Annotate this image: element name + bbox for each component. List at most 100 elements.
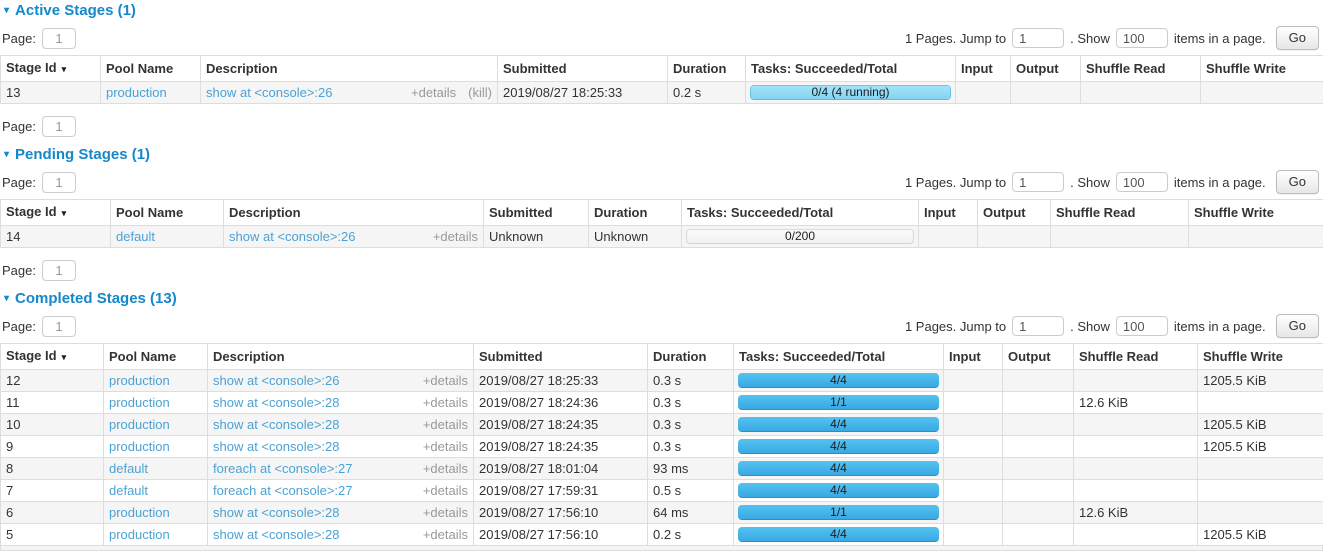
description-link[interactable]: show at <console>:28 xyxy=(213,527,411,542)
completed-stages-section: ▾ Completed Stages (13) Page: 1 Pages. J… xyxy=(0,290,1323,551)
show-text: . Show xyxy=(1070,319,1110,334)
col-header-tasks-succeeded-total[interactable]: Tasks: Succeeded/Total xyxy=(734,344,944,370)
col-header-tasks-succeeded-total[interactable]: Tasks: Succeeded/Total xyxy=(682,200,919,226)
pool-name-link[interactable]: default xyxy=(116,229,155,244)
page-input[interactable] xyxy=(42,116,76,137)
stage-id-cell: 13 xyxy=(1,82,101,104)
pool-name-link[interactable]: production xyxy=(109,417,170,432)
col-header-pool-name[interactable]: Pool Name xyxy=(104,344,208,370)
col-header-description[interactable]: Description xyxy=(208,344,474,370)
col-header-input[interactable]: Input xyxy=(956,56,1011,82)
col-header-shuffle-write[interactable]: Shuffle Write xyxy=(1189,200,1323,226)
kill-link[interactable]: (kill) xyxy=(468,85,492,100)
pages-jump-text: 1 Pages. Jump to xyxy=(905,175,1006,190)
details-link[interactable]: +details xyxy=(423,373,468,388)
jump-to-input[interactable] xyxy=(1012,172,1064,192)
pool-name-link[interactable]: production xyxy=(109,439,170,454)
pool-name-link[interactable]: default xyxy=(109,483,148,498)
col-header-shuffle-write[interactable]: Shuffle Write xyxy=(1198,344,1323,370)
page-input[interactable] xyxy=(42,28,76,49)
pool-name-link[interactable]: production xyxy=(109,527,170,542)
jump-to-input[interactable] xyxy=(1012,316,1064,336)
details-link[interactable]: +details xyxy=(423,483,468,498)
input-cell xyxy=(944,524,1003,546)
show-items-input[interactable] xyxy=(1116,316,1168,336)
details-link[interactable]: +details xyxy=(433,229,478,244)
show-items-input[interactable] xyxy=(1116,172,1168,192)
pool-name-link[interactable]: production xyxy=(109,395,170,410)
col-header-submitted[interactable]: Submitted xyxy=(474,344,648,370)
page-label: Page: xyxy=(2,319,36,334)
description-link[interactable]: show at <console>:28 xyxy=(213,505,411,520)
go-button[interactable]: Go xyxy=(1276,26,1319,50)
pending-stages-header[interactable]: ▾ Pending Stages (1) xyxy=(4,146,1323,163)
description-link[interactable]: show at <console>:26 xyxy=(206,85,399,100)
go-button[interactable]: Go xyxy=(1276,170,1319,194)
col-header-stage-id[interactable]: Stage Id▾ xyxy=(1,200,111,226)
col-header-submitted[interactable]: Submitted xyxy=(484,200,589,226)
pool-name-link[interactable]: production xyxy=(109,505,170,520)
col-header-tasks-succeeded-total[interactable]: Tasks: Succeeded/Total xyxy=(746,56,956,82)
col-header-shuffle-read[interactable]: Shuffle Read xyxy=(1081,56,1201,82)
page-input[interactable] xyxy=(42,316,76,337)
pool-name-link[interactable]: default xyxy=(109,461,148,476)
description-link[interactable]: foreach at <console>:27 xyxy=(213,461,411,476)
col-header-duration[interactable]: Duration xyxy=(648,344,734,370)
jump-to-input[interactable] xyxy=(1012,28,1064,48)
shuffle-write-cell: 1205.5 KiB xyxy=(1198,370,1323,392)
details-link[interactable]: +details xyxy=(411,85,456,100)
tasks-progress-label: 0/200 xyxy=(686,229,914,244)
details-link[interactable]: +details xyxy=(423,527,468,542)
show-items-input[interactable] xyxy=(1116,28,1168,48)
details-link[interactable]: +details xyxy=(423,461,468,476)
go-button[interactable]: Go xyxy=(1276,314,1319,338)
col-header-duration[interactable]: Duration xyxy=(668,56,746,82)
completed-stages-header[interactable]: ▾ Completed Stages (13) xyxy=(4,290,1323,307)
details-link[interactable]: +details xyxy=(423,439,468,454)
shuffle-read-cell: 12.6 KiB xyxy=(1074,392,1198,414)
input-cell xyxy=(944,414,1003,436)
col-header-label: Shuffle Read xyxy=(1079,349,1158,364)
col-header-input[interactable]: Input xyxy=(944,344,1003,370)
col-header-description[interactable]: Description xyxy=(224,200,484,226)
pool-name-link[interactable]: production xyxy=(106,85,167,100)
col-header-duration[interactable]: Duration xyxy=(589,200,682,226)
details-link[interactable]: +details xyxy=(423,395,468,410)
page-label: Page: xyxy=(2,31,36,46)
col-header-label: Shuffle Write xyxy=(1203,349,1283,364)
description-link[interactable]: show at <console>:28 xyxy=(213,417,411,432)
tasks-progress-label: 1/1 xyxy=(738,505,939,520)
col-header-output[interactable]: Output xyxy=(1003,344,1074,370)
details-link[interactable]: +details xyxy=(423,417,468,432)
active-stages-header[interactable]: ▾ Active Stages (1) xyxy=(4,2,1323,19)
col-header-output[interactable]: Output xyxy=(978,200,1051,226)
col-header-output[interactable]: Output xyxy=(1011,56,1081,82)
col-header-stage-id[interactable]: Stage Id▾ xyxy=(1,344,104,370)
tasks-progress-label: 4/4 xyxy=(738,527,939,542)
col-header-pool-name[interactable]: Pool Name xyxy=(101,56,201,82)
description-link[interactable]: show at <console>:26 xyxy=(229,229,421,244)
pool-name-link[interactable]: production xyxy=(109,373,170,388)
col-header-stage-id[interactable]: Stage Id▾ xyxy=(1,56,101,82)
col-header-shuffle-read[interactable]: Shuffle Read xyxy=(1051,200,1189,226)
col-header-description[interactable]: Description xyxy=(201,56,498,82)
col-header-pool-name[interactable]: Pool Name xyxy=(111,200,224,226)
pool-name-cell: production xyxy=(104,414,208,436)
tasks-progress-bar: 4/4 xyxy=(738,417,939,432)
output-cell xyxy=(1003,480,1074,502)
description-link[interactable]: show at <console>:26 xyxy=(213,373,411,388)
submitted-cell: 2019/08/27 18:24:35 xyxy=(474,436,648,458)
col-header-input[interactable]: Input xyxy=(919,200,978,226)
output-cell xyxy=(1003,370,1074,392)
tasks-cell: 1/1 xyxy=(734,502,944,524)
description-link[interactable]: foreach at <console>:27 xyxy=(213,483,411,498)
output-cell xyxy=(1003,524,1074,546)
col-header-submitted[interactable]: Submitted xyxy=(498,56,668,82)
description-link[interactable]: show at <console>:28 xyxy=(213,439,411,454)
col-header-shuffle-write[interactable]: Shuffle Write xyxy=(1201,56,1323,82)
description-link[interactable]: show at <console>:28 xyxy=(213,395,411,410)
page-input[interactable] xyxy=(42,172,76,193)
page-input[interactable] xyxy=(42,260,76,281)
details-link[interactable]: +details xyxy=(423,505,468,520)
col-header-shuffle-read[interactable]: Shuffle Read xyxy=(1074,344,1198,370)
